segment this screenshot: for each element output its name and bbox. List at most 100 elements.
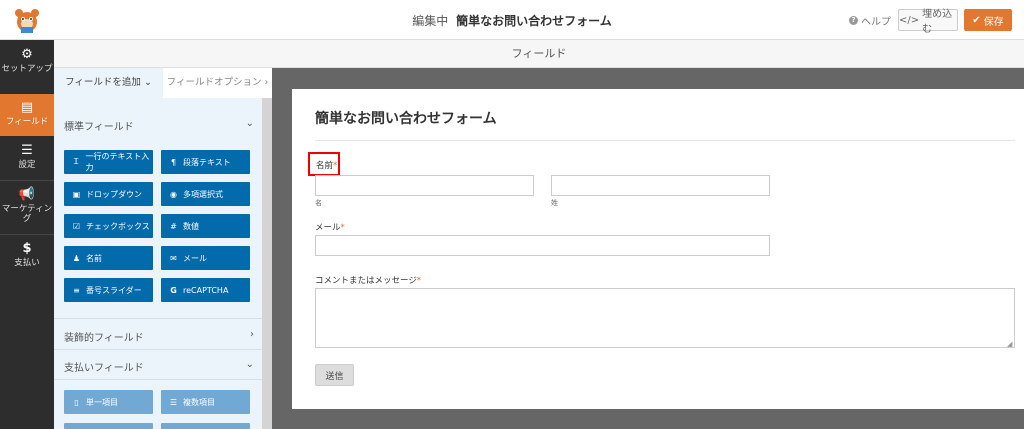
nav-item-settings[interactable]: ☰ 設定	[0, 140, 54, 178]
field-button-label: 複数項目	[183, 397, 215, 407]
nav-label-setup: セットアップ	[1, 64, 53, 74]
dropdown-icon: ▣	[72, 189, 81, 199]
nav-label-payments: 支払い	[14, 258, 40, 268]
tab-field-options[interactable]: フィールドオプション ›	[163, 68, 272, 98]
question-icon: ?	[849, 16, 858, 25]
field-button-partial[interactable]	[64, 423, 153, 429]
top-bar: 編集中 簡単なお問い合わせフォーム ? ヘルプ </> 埋め込む ✔ 保存	[0, 0, 1024, 40]
field-button-label: 番号スライダー	[86, 285, 142, 295]
slider-icon: ≡	[73, 285, 80, 295]
form-title-divider	[315, 140, 1015, 141]
user-icon: ♟	[72, 253, 81, 263]
help-label: ヘルプ	[861, 17, 891, 28]
resize-handle-icon[interactable]: ◢	[1007, 340, 1012, 348]
required-mark: *	[340, 223, 345, 233]
fancy-fields-toggle[interactable]: 装飾的フィールド ›	[64, 329, 254, 344]
text-icon: Ꮖ	[73, 157, 79, 166]
field-button-numbers[interactable]: # 数値	[161, 214, 250, 238]
first-name-input[interactable]	[315, 175, 534, 196]
section-divider	[54, 318, 262, 319]
save-label: 保存	[983, 16, 1004, 28]
radio-icon: ◉	[170, 189, 177, 199]
google-icon: G	[170, 285, 177, 295]
email-input[interactable]	[315, 235, 770, 256]
fancy-fields-title: 装飾的フィールド	[64, 333, 144, 344]
standard-fields-title: 標準フィールド	[64, 122, 134, 133]
chevron-right-icon: ›	[264, 77, 269, 88]
nav-label-settings: 設定	[18, 160, 36, 170]
fields-icon: ▤	[20, 100, 34, 115]
check-icon: ✔	[972, 14, 981, 26]
field-button-label: 段落テキスト	[183, 157, 231, 167]
field-button-multiple-items[interactable]: ☰ 複数項目	[161, 390, 250, 414]
last-name-input[interactable]	[551, 175, 770, 196]
form-name: 簡単なお問い合わせフォーム	[456, 14, 612, 28]
email-field-label[interactable]: メール*	[315, 221, 345, 233]
nav-item-payments[interactable]: $ 支払い	[0, 240, 54, 276]
nav-item-setup[interactable]: ⚙ セットアップ	[0, 46, 54, 92]
chevron-down-icon: ⌄	[245, 118, 254, 129]
message-textarea[interactable]	[315, 288, 1015, 348]
sliders-icon: ☰	[21, 143, 33, 158]
megaphone-icon: 📢	[18, 187, 36, 202]
field-button-label: チェックボックス	[86, 221, 150, 231]
required-mark: *	[416, 276, 422, 286]
field-button-recaptcha[interactable]: GreCAPTCHA	[161, 278, 250, 302]
chevron-down-icon: ⌄	[143, 77, 152, 88]
nav-item-marketing[interactable]: 📢 マーケティング	[0, 186, 54, 232]
field-button-label: 名前	[86, 253, 102, 263]
dollar-icon: $	[22, 241, 32, 256]
hash-icon: #	[170, 221, 177, 231]
field-button-label: 多項選択式	[183, 189, 223, 199]
code-icon: </>	[899, 14, 920, 26]
field-button-label: reCAPTCHA	[183, 285, 229, 295]
checkbox-icon: ☑	[72, 221, 81, 231]
field-button-single-item[interactable]: ▯ 単一項目	[64, 390, 153, 414]
name-label-text: 名前	[316, 161, 334, 171]
embed-label: 埋め込む	[922, 9, 953, 35]
fields-panel: フィールドを追加 ⌄ フィールドオプション › 標準フィールド ⌄ Ꮖ 一行のテキ…	[54, 68, 272, 429]
first-name-sublabel: 名	[315, 199, 322, 207]
editing-label: 編集中	[412, 14, 449, 28]
tab-add-fields[interactable]: フィールドを追加 ⌄	[54, 68, 163, 98]
file-icon: ▯	[74, 397, 79, 407]
field-button-single-line-text[interactable]: Ꮖ 一行のテキスト入力	[64, 150, 153, 174]
list-icon: ☰	[169, 397, 178, 407]
payment-fields-toggle[interactable]: 支払いフィールド ⌄	[64, 359, 254, 374]
nav-divider	[0, 180, 54, 181]
submit-button[interactable]: 送信	[315, 364, 354, 386]
standard-fields-toggle[interactable]: 標準フィールド ⌄	[64, 118, 254, 133]
section-header: フィールド	[54, 40, 1024, 68]
message-label-text: コメントまたはメッセージ	[315, 276, 417, 286]
email-label-text: メール	[315, 223, 341, 233]
chevron-right-icon: ›	[250, 329, 254, 340]
field-button-name[interactable]: ♟ 名前	[64, 246, 153, 270]
nav-label-marketing: マーケティング	[1, 204, 53, 224]
help-link[interactable]: ? ヘルプ	[849, 13, 891, 28]
field-button-dropdown[interactable]: ▣ ドロップダウン	[64, 182, 153, 206]
required-mark: *	[333, 161, 338, 171]
field-button-multiple-choice[interactable]: ◉ 多項選択式	[161, 182, 250, 206]
gear-icon: ⚙	[21, 47, 33, 62]
field-button-email[interactable]: ✉ メール	[161, 246, 250, 270]
section-divider	[54, 349, 262, 350]
tab-add-label: フィールドを追加	[65, 77, 141, 88]
name-field-label[interactable]: 名前*	[316, 159, 337, 171]
fields-list: 標準フィールド ⌄ Ꮖ 一行のテキスト入力 ¶ 段落テキスト ▣ ドロップダウン ◉ 多…	[54, 98, 262, 429]
envelope-icon: ✉	[170, 253, 177, 263]
embed-button[interactable]: </> 埋め込む	[898, 9, 958, 35]
paragraph-icon: ¶	[170, 157, 177, 167]
field-button-label: ドロップダウン	[86, 189, 142, 199]
panel-scrollbar[interactable]	[262, 98, 272, 429]
field-button-number-slider[interactable]: ≡ 番号スライダー	[64, 278, 153, 302]
save-button[interactable]: ✔ 保存	[964, 9, 1012, 31]
message-field-label[interactable]: コメントまたはメッセージ*	[315, 274, 421, 286]
last-name-sublabel: 姓	[551, 199, 558, 207]
nav-item-fields[interactable]: ▤ フィールド	[0, 94, 54, 136]
field-button-partial[interactable]	[161, 423, 250, 429]
field-button-paragraph-text[interactable]: ¶ 段落テキスト	[161, 150, 250, 174]
field-button-checkboxes[interactable]: ☑ チェックボックス	[64, 214, 153, 238]
left-nav: ⚙ セットアップ ▤ フィールド ☰ 設定 📢 マーケティング $ 支払い	[0, 40, 54, 429]
payment-fields-title: 支払いフィールド	[64, 363, 144, 374]
field-button-label: 単一項目	[86, 397, 118, 407]
